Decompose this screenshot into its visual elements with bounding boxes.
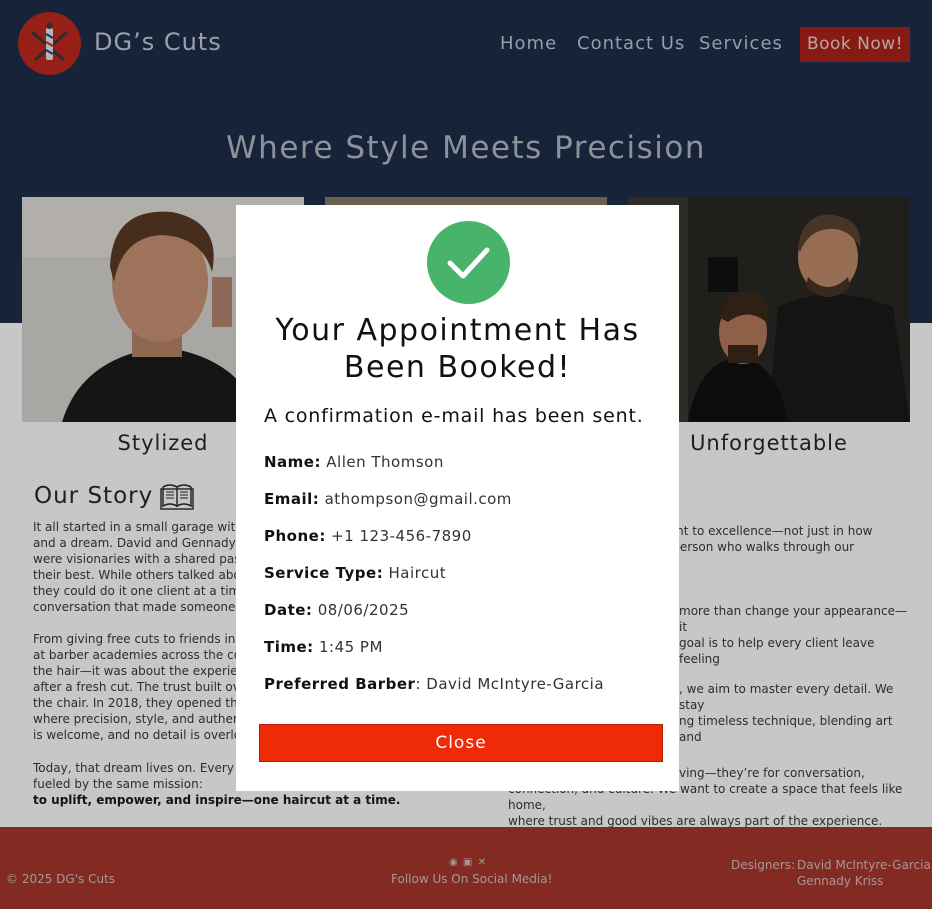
detail-label: Date: xyxy=(264,601,313,619)
detail-date: Date: 08/06/2025 xyxy=(264,601,409,619)
modal-title-line: Your Appointment Has xyxy=(275,313,640,348)
detail-label: Preferred Barber xyxy=(264,675,416,693)
checkmark-icon xyxy=(427,221,510,304)
detail-service-type: Service Type: Haircut xyxy=(264,564,446,582)
detail-value: 1:45 PM xyxy=(318,638,383,656)
detail-value: +1 123-456-7890 xyxy=(331,527,472,545)
detail-email: Email: athompson@gmail.com xyxy=(264,490,512,508)
detail-preferred-barber: Preferred Barber: David McIntyre-Garcia xyxy=(264,675,604,693)
detail-label: Email: xyxy=(264,490,320,508)
detail-name: Name: Allen Thomson xyxy=(264,453,444,471)
close-button[interactable]: Close xyxy=(259,724,663,762)
detail-label: Name: xyxy=(264,453,321,471)
detail-value: Allen Thomson xyxy=(326,453,444,471)
detail-value: : David McIntyre-Garcia xyxy=(415,675,605,693)
detail-value: athompson@gmail.com xyxy=(324,490,512,508)
detail-label: Time: xyxy=(264,638,314,656)
detail-phone: Phone: +1 123-456-7890 xyxy=(264,527,472,545)
detail-label: Service Type: xyxy=(264,564,384,582)
confirmation-subtitle: A confirmation e-mail has been sent. xyxy=(264,405,644,427)
booking-confirmation-modal: Your Appointment Has Been Booked! A conf… xyxy=(236,205,679,791)
detail-value: 08/06/2025 xyxy=(317,601,410,619)
detail-time: Time: 1:45 PM xyxy=(264,638,383,656)
detail-label: Phone: xyxy=(264,527,326,545)
modal-title: Your Appointment Has Been Booked! xyxy=(236,312,679,386)
modal-title-line: Been Booked! xyxy=(343,350,572,385)
detail-value: Haircut xyxy=(388,564,447,582)
